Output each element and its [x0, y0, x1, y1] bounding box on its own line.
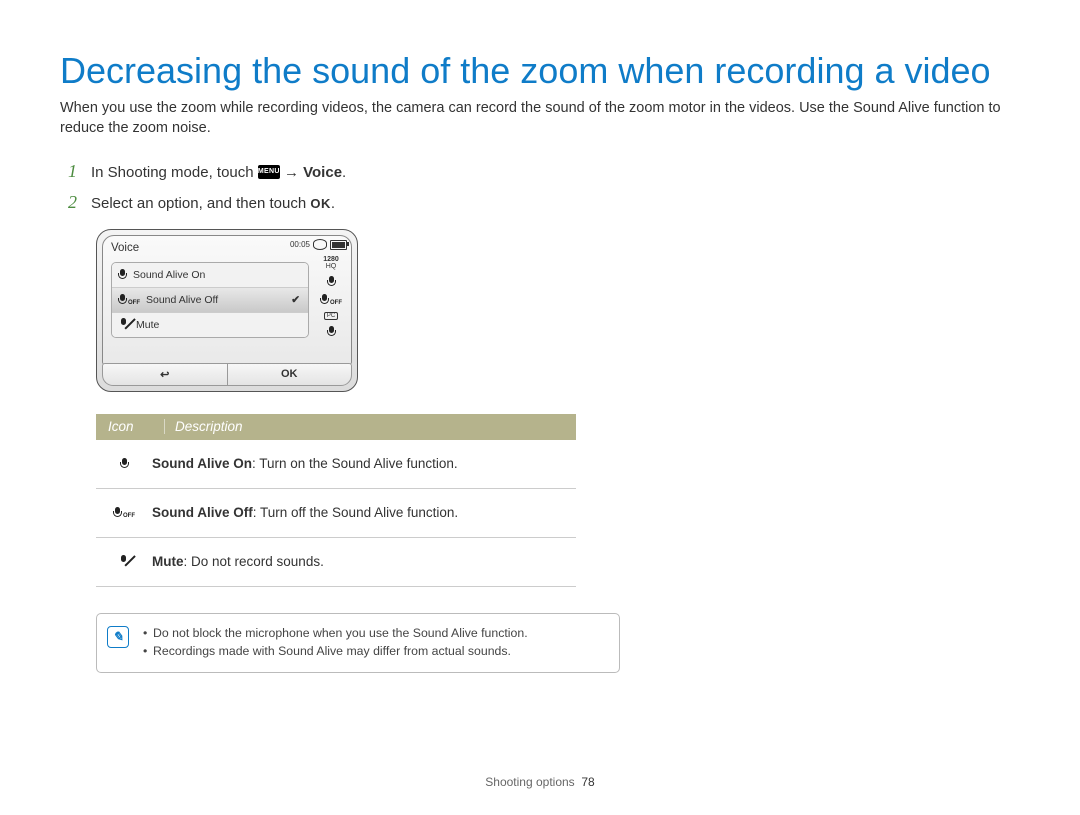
- step-number: 2: [68, 192, 81, 213]
- indicator-icon: [327, 326, 336, 338]
- step-2-dot: .: [331, 195, 335, 212]
- step-1-dot: .: [342, 164, 346, 181]
- legend-head-desc: Description: [165, 419, 243, 434]
- page-footer: Shooting options 78: [0, 775, 1080, 789]
- manual-page: Decreasing the sound of the zoom when re…: [0, 0, 1080, 815]
- step-1-voice: Voice: [303, 164, 342, 181]
- footer-page: 78: [581, 775, 594, 789]
- indicator-icon: OFF: [320, 294, 342, 306]
- mic-mute-icon: [118, 555, 130, 568]
- mic-off-icon: OFF: [118, 294, 140, 306]
- indicator-icon: [327, 276, 336, 288]
- camera-ui-screenshot: Voice 00:05 Sound Alive On OFF Sound Ali…: [96, 229, 358, 392]
- back-button[interactable]: ↩: [102, 363, 227, 386]
- option-mute[interactable]: Mute: [112, 313, 308, 337]
- note-item: Recordings made with Sound Alive may dif…: [143, 642, 528, 660]
- legend-row: OFF Sound Alive Off: Turn off the Sound …: [96, 489, 576, 538]
- step-list: 1 In Shooting mode, touch MENU → Voice. …: [68, 161, 1020, 213]
- step-text: Select an option, and then touch OK.: [91, 195, 335, 212]
- legend-row-text: Sound Alive On: Turn on the Sound Alive …: [152, 456, 576, 471]
- option-label: Sound Alive On: [133, 269, 205, 281]
- legend-row-text: Mute: Do not record sounds.: [152, 554, 576, 569]
- option-sound-alive-off[interactable]: OFF Sound Alive Off ✔: [112, 288, 308, 313]
- legend-row: Mute: Do not record sounds.: [96, 538, 576, 587]
- mic-mute-icon: [118, 318, 130, 331]
- legend-row-icon: [96, 458, 152, 470]
- option-label: Sound Alive Off: [146, 294, 218, 306]
- step-number: 1: [68, 161, 81, 182]
- legend-row-icon: [96, 555, 152, 568]
- step-2-text-pre: Select an option, and then touch: [91, 195, 310, 212]
- ok-label: OK: [281, 368, 298, 380]
- note-list: Do not block the microphone when you use…: [143, 624, 528, 661]
- indicator-icon: PC: [324, 312, 338, 320]
- arrow-icon: →: [284, 164, 303, 181]
- back-icon: ↩: [160, 368, 169, 381]
- legend-row: Sound Alive On: Turn on the Sound Alive …: [96, 440, 576, 489]
- note-item: Do not block the microphone when you use…: [143, 624, 528, 642]
- mic-icon: [120, 458, 129, 470]
- screenshot-bottom-bar: ↩ OK: [102, 363, 352, 386]
- ok-button[interactable]: OK: [227, 363, 353, 386]
- option-sound-alive-on[interactable]: Sound Alive On: [112, 263, 308, 288]
- footer-section: Shooting options: [485, 775, 574, 789]
- option-label: Mute: [136, 319, 159, 331]
- storage-icon: [313, 239, 327, 250]
- intro-text: When you use the zoom while recording vi…: [60, 99, 1020, 138]
- step-2: 2 Select an option, and then touch OK.: [68, 192, 1020, 213]
- screenshot-right-icons: 1280HQ OFF PC: [318, 256, 344, 338]
- mic-off-icon: OFF: [113, 507, 135, 519]
- check-icon: ✔: [291, 294, 300, 306]
- mic-icon: [118, 269, 127, 281]
- voice-option-list: Sound Alive On OFF Sound Alive Off ✔ Mut…: [111, 262, 309, 338]
- legend-head-icon: Icon: [96, 419, 165, 434]
- page-title: Decreasing the sound of the zoom when re…: [60, 50, 1020, 91]
- note-icon: ✎: [107, 626, 129, 648]
- step-1-text-pre: In Shooting mode, touch: [91, 164, 258, 181]
- screenshot-title: Voice: [111, 242, 139, 254]
- legend-row-icon: OFF: [96, 507, 152, 519]
- note-box: ✎ Do not block the microphone when you u…: [96, 613, 620, 674]
- rec-time: 00:05: [290, 240, 310, 249]
- step-1: 1 In Shooting mode, touch MENU → Voice.: [68, 161, 1020, 182]
- step-text: In Shooting mode, touch MENU → Voice.: [91, 164, 346, 181]
- menu-icon: MENU: [258, 165, 280, 179]
- screenshot-topbar: 00:05: [290, 236, 351, 252]
- icon-legend-table: Icon Description Sound Alive On: Turn on…: [96, 414, 576, 587]
- resolution-badge: 1280HQ: [319, 256, 343, 270]
- legend-row-text: Sound Alive Off: Turn off the Sound Aliv…: [152, 505, 576, 520]
- screenshot-body: Voice 00:05 Sound Alive On OFF Sound Ali…: [102, 235, 352, 365]
- legend-header: Icon Description: [96, 414, 576, 440]
- battery-icon: [330, 240, 347, 250]
- ok-inline-icon: OK: [310, 196, 331, 211]
